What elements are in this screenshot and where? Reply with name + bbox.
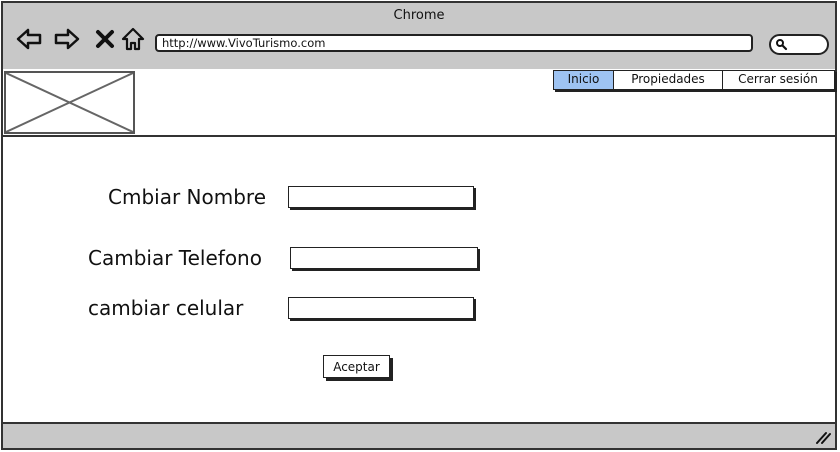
home-button[interactable] [119, 25, 147, 53]
close-icon [96, 30, 114, 48]
site-logo [4, 71, 135, 134]
address-bar[interactable]: http://www.VivoTurismo.com [155, 34, 753, 52]
tab-cerrar-sesion[interactable]: Cerrar sesión [721, 70, 835, 90]
cell-input[interactable] [288, 297, 474, 319]
browser-toolbar: Chrome http://www.VivoTurismo.com [3, 3, 835, 71]
tab-propiedades[interactable]: Propiedades [613, 70, 723, 90]
accept-button[interactable]: Aceptar [323, 355, 390, 378]
name-label: Cmbiar Nombre [108, 185, 266, 209]
search-button[interactable] [769, 34, 829, 55]
back-button[interactable] [15, 25, 43, 53]
forward-button[interactable] [53, 25, 81, 53]
arrow-right-icon [54, 28, 80, 50]
status-bar [3, 422, 835, 448]
cell-label: cambiar celular [88, 296, 244, 320]
phone-label: Cambiar Telefono [88, 246, 262, 270]
main-nav: Inicio Propiedades Cerrar sesión [552, 70, 835, 90]
image-placeholder-icon [5, 72, 134, 133]
site-header: Inicio Propiedades Cerrar sesión [3, 69, 835, 137]
home-icon [121, 27, 145, 51]
window-title: Chrome [393, 8, 445, 23]
search-icon [776, 39, 788, 51]
phone-input[interactable] [290, 247, 478, 269]
resize-grip-icon[interactable] [815, 430, 831, 444]
stop-button[interactable] [91, 25, 119, 53]
browser-window: Chrome http://www.VivoTurismo.com Inicio… [1, 1, 837, 450]
tab-inicio[interactable]: Inicio [552, 70, 615, 90]
name-input[interactable] [288, 186, 474, 208]
arrow-left-icon [16, 28, 42, 50]
